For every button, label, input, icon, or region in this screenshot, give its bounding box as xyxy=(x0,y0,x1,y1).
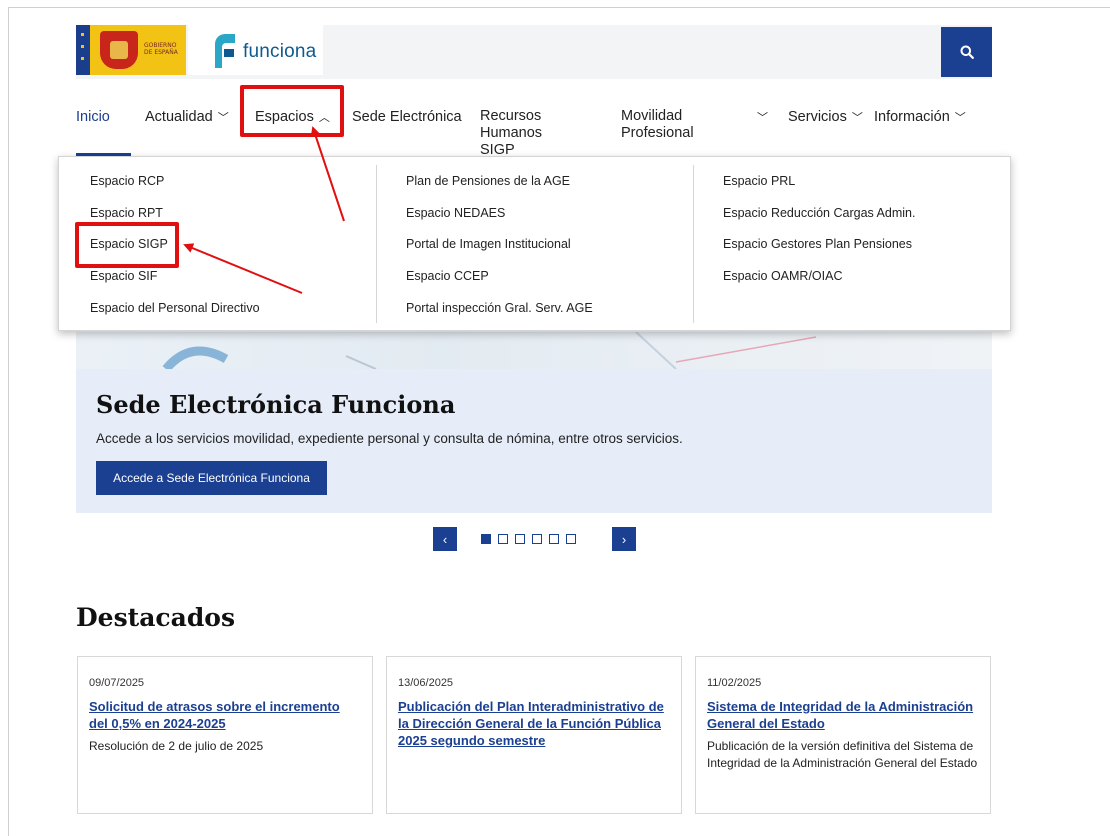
arrow-to-espacios xyxy=(310,126,345,222)
annotation-arrows xyxy=(183,126,345,294)
arrow-to-espacio-sigp xyxy=(183,243,303,294)
